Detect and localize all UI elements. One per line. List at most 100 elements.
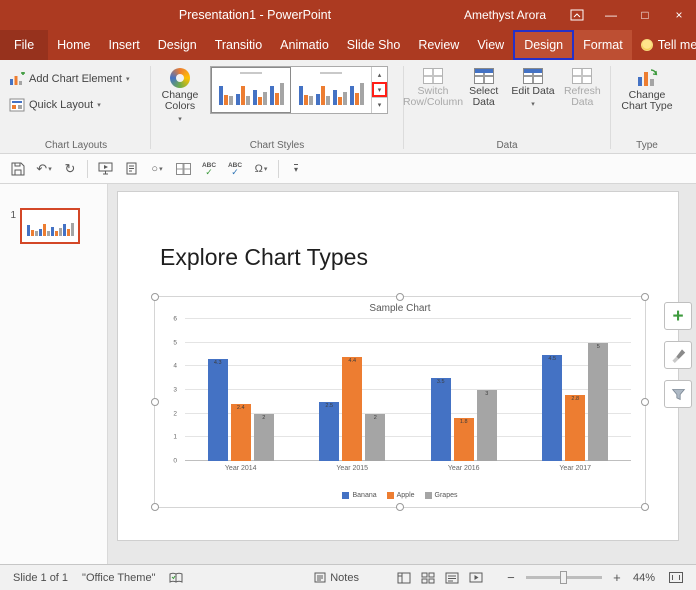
bar[interactable]: 4.5 [542, 354, 563, 461]
slide-title[interactable]: Explore Chart Types [160, 244, 368, 271]
chart-styles-button[interactable] [664, 341, 692, 369]
chart-object[interactable]: Sample Chart 0 1 2 3 4 5 6 4.3 2.4 2 2.5 4.4 2 3.5 1.… [151, 293, 649, 511]
chart-filters-button[interactable] [664, 380, 692, 408]
add-chart-element-button[interactable]: Add Chart Element ▾ [5, 68, 133, 90]
legend-swatch [424, 492, 432, 499]
chart-style-2-thumbnail[interactable] [291, 67, 371, 113]
selection-handle[interactable] [151, 503, 159, 511]
gallery-scroll-down-button[interactable]: ▾ [372, 82, 387, 97]
tab-insert[interactable]: Insert [100, 30, 149, 60]
tab-charttools-design[interactable]: Design [515, 32, 573, 58]
tab-review[interactable]: Review [409, 30, 468, 60]
bar [228, 96, 233, 105]
bar [223, 94, 228, 105]
gallery-more-button[interactable]: ▾ [372, 97, 387, 112]
chart-plot: 4.3 2.4 2 2.5 4.4 2 3.5 1.8 3 4.5 2.8 5 [185, 318, 631, 461]
set-language-button[interactable]: ABC ✓ [223, 157, 247, 181]
bar[interactable]: 5 [588, 342, 609, 461]
selection-handle[interactable] [396, 503, 404, 511]
legend-item[interactable]: Apple [386, 492, 415, 499]
plus-icon: + [672, 305, 684, 327]
insert-symbol-button[interactable]: Ω ▾ [249, 157, 273, 181]
bar [240, 85, 245, 105]
bar[interactable]: 2 [253, 413, 274, 461]
bar[interactable]: 3 [476, 390, 497, 461]
tab-tellme[interactable]: Tell me [632, 30, 696, 60]
tab-file[interactable]: File [0, 30, 49, 60]
quick-layout-button[interactable]: Quick Layout ▾ [5, 94, 133, 116]
tab-home[interactable]: Home [48, 30, 99, 60]
tab-design[interactable]: Design [149, 30, 206, 60]
chart-legend[interactable]: Banana Apple Grapes [155, 492, 645, 499]
print-preview-button[interactable] [119, 157, 143, 181]
maximize-button[interactable]: □ [628, 0, 662, 30]
legend-item[interactable]: Grapes [424, 492, 458, 499]
slide-thumbnail[interactable] [20, 208, 80, 244]
start-from-beginning-button[interactable] [93, 157, 117, 181]
tab-slideshow[interactable]: Slide Sho [338, 30, 410, 60]
slide-sorter-view-button[interactable] [416, 572, 440, 584]
selection-handle[interactable] [641, 293, 649, 301]
select-data-button[interactable]: Select Data [459, 64, 508, 108]
bar[interactable]: 4.3 [207, 359, 228, 461]
close-button[interactable]: × [662, 0, 696, 30]
tab-view[interactable]: View [468, 30, 513, 60]
slide[interactable]: Explore Chart Types Sample Chart 0 1 2 3 4 5 6… [118, 192, 678, 540]
change-colors-button[interactable]: Change Colors ▾ [154, 64, 206, 125]
gallery-scroll-up-button[interactable]: ▴ [372, 67, 387, 82]
selection-handle[interactable] [151, 398, 159, 406]
switch-row-column-button[interactable]: Switch Row/Column [403, 64, 463, 108]
tab-animations[interactable]: Animatio [271, 30, 338, 60]
selection-handle[interactable] [641, 503, 649, 511]
minimize-button[interactable]: — [594, 0, 628, 30]
user-name[interactable]: Amethyst Arora [450, 8, 560, 22]
bar [62, 224, 66, 236]
normal-view-button[interactable] [392, 572, 416, 584]
refresh-data-button[interactable]: Refresh Data [558, 64, 607, 108]
zoom-slider-thumb[interactable] [560, 571, 568, 584]
selection-handle[interactable] [641, 398, 649, 406]
bar-data-label: 4.3 [213, 360, 222, 367]
ribbon-display-options-button[interactable] [560, 0, 594, 30]
slideshow-view-button[interactable] [464, 572, 488, 584]
undo-button[interactable]: ↶ ▾ [32, 157, 56, 181]
bar[interactable]: 4.4 [342, 356, 363, 461]
edit-data-button[interactable]: Edit Data ▾ [508, 64, 557, 110]
selection-handle[interactable] [396, 293, 404, 301]
bar[interactable]: 1.8 [453, 418, 474, 461]
legend-item[interactable]: Banana [342, 492, 377, 499]
spelling-button[interactable]: ABC ✓ [197, 157, 221, 181]
bar [262, 92, 267, 105]
selection-handle[interactable] [151, 293, 159, 301]
zoom-slider[interactable] [525, 571, 602, 584]
bar[interactable]: 3.5 [430, 378, 451, 461]
add-chart-element-icon [9, 72, 25, 86]
zoom-in-button[interactable]: + [608, 570, 626, 585]
shapes-button[interactable]: ○ ▾ [145, 157, 169, 181]
bar[interactable]: 2.5 [319, 401, 340, 461]
customize-qat-button[interactable]: ▾ [284, 157, 308, 181]
tab-transitions[interactable]: Transitio [206, 30, 271, 60]
zoom-out-button[interactable]: − [502, 570, 520, 585]
bar[interactable]: 2.4 [230, 404, 251, 461]
slide-indicator[interactable]: Slide 1 of 1 [6, 565, 75, 590]
notes-button[interactable]: Notes [307, 565, 366, 590]
ribbon-charttools-design: Add Chart Element ▾ Quick Layout ▾ Chart… [0, 60, 696, 154]
insert-table-button[interactable] [171, 157, 195, 181]
theme-name[interactable]: "Office Theme" [75, 565, 162, 590]
chart-elements-button[interactable]: + [664, 302, 692, 330]
proofing-status-icon[interactable] [162, 565, 190, 590]
chart-title[interactable]: Sample Chart [155, 303, 645, 314]
reading-view-button[interactable] [440, 572, 464, 584]
bar[interactable]: 2.8 [565, 394, 586, 461]
change-chart-type-button[interactable]: Change Chart Type [616, 64, 678, 112]
save-button[interactable] [6, 157, 30, 181]
chart-style-1-thumbnail[interactable] [211, 67, 291, 113]
language-check-icon: ABC ✓ [227, 161, 243, 177]
zoom-percent[interactable]: 44% [626, 565, 662, 590]
tab-charttools-format[interactable]: Format [574, 30, 632, 60]
bar[interactable]: 2 [365, 413, 386, 461]
bar [325, 96, 330, 105]
fit-to-window-button[interactable] [662, 565, 690, 590]
redo-button[interactable]: ↻ [58, 157, 82, 181]
